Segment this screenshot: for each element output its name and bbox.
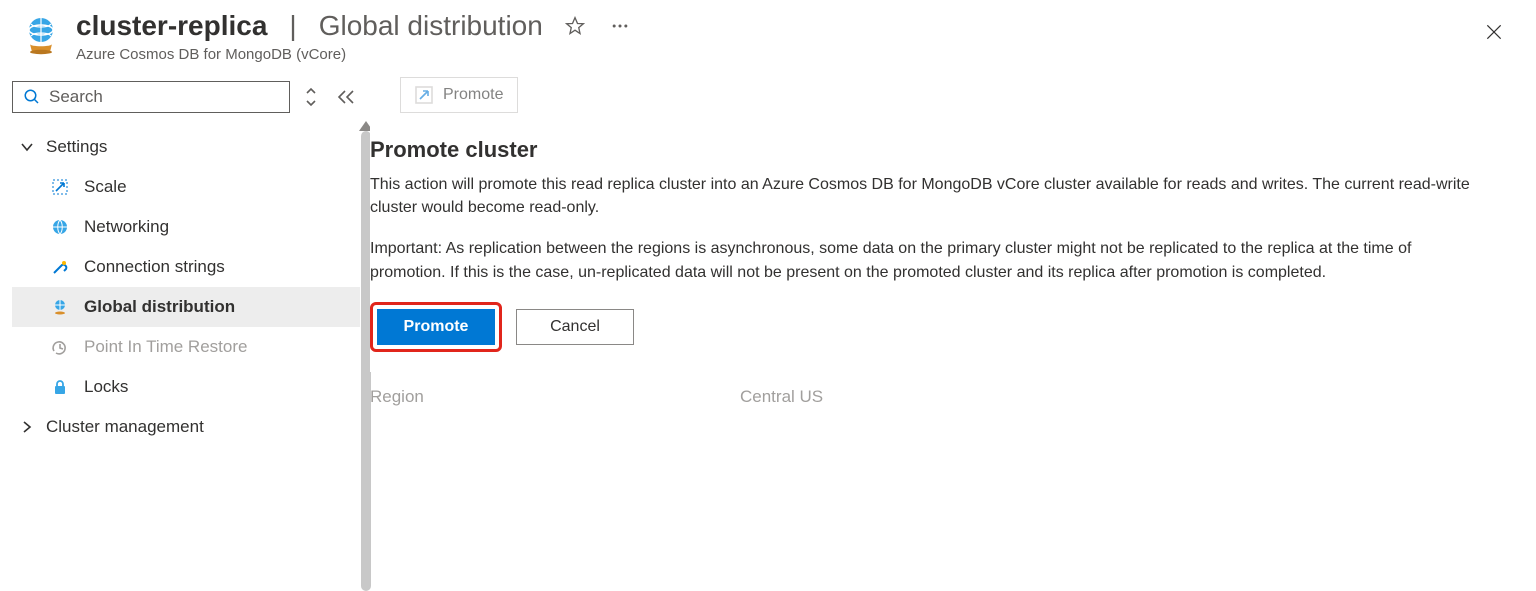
dialog-body-1: This action will promote this read repli… [370,173,1470,219]
resource-name: cluster-replica [76,10,267,42]
promote-toolbar-button[interactable]: Promote [400,77,518,113]
scale-icon [50,177,70,197]
tutorial-highlight: Promote [370,302,502,352]
sidebar-item-label: Point In Time Restore [84,337,247,357]
close-blade-button[interactable] [1480,18,1508,46]
cancel-button[interactable]: Cancel [516,309,634,345]
promote-toolbar-label: Promote [443,86,503,104]
chevron-down-icon [20,140,34,154]
title-separator: | [289,10,296,42]
toolbar: Promote [400,73,1536,113]
resource-type-subtitle: Azure Cosmos DB for MongoDB (vCore) [76,46,1516,63]
sidebar-section-settings[interactable]: Settings [12,127,360,167]
chevron-right-icon [20,420,34,434]
sidebar-section-label: Cluster management [46,417,204,437]
sidebar-item-connection-strings[interactable]: Connection strings [12,247,360,287]
sidebar-item-locks[interactable]: Locks [12,367,360,407]
page-header: cluster-replica | Global distribution Az… [0,0,1536,73]
global-distribution-icon [50,297,70,317]
sidebar-item-label: Locks [84,377,128,397]
detail-label-region: Region [370,387,740,407]
search-input[interactable] [49,87,279,107]
page-title: Global distribution [319,10,543,42]
collapse-sidebar-icon[interactable] [332,85,360,109]
main-content: Promote Read replica cluster-replica Reg… [370,73,1536,525]
detail-value-region: Central US [740,387,846,407]
sidebar-item-scale[interactable]: Scale [12,167,360,207]
dialog-title: Promote cluster [370,137,1516,163]
more-actions-icon[interactable] [605,12,635,40]
sidebar-item-networking[interactable]: Networking [12,207,360,247]
favorite-star-icon[interactable] [561,12,589,40]
sidebar-item-pitr: Point In Time Restore [12,327,360,367]
promote-cluster-dialog: Promote cluster This action will promote… [370,117,1516,372]
sidebar-item-label: Global distribution [84,297,235,317]
sidebar-section-cluster-management[interactable]: Cluster management [12,407,360,447]
sidebar-item-global-distribution[interactable]: Global distribution [12,287,360,327]
dialog-body-2: Important: As replication between the re… [370,237,1470,283]
sidebar-section-label: Settings [46,137,107,157]
pitr-icon [50,337,70,357]
sidebar: Settings Scale Networking Connection str… [0,73,370,525]
search-icon [23,88,41,106]
connection-strings-icon [50,257,70,277]
sidebar-item-label: Connection strings [84,257,225,277]
lock-icon [50,377,70,397]
expand-collapse-section-icon[interactable] [300,83,322,111]
sidebar-item-label: Scale [84,177,127,197]
arrow-up-right-icon [415,86,433,104]
networking-icon [50,217,70,237]
promote-confirm-button[interactable]: Promote [377,309,495,345]
globe-resource-icon [20,14,62,56]
sidebar-search[interactable] [12,81,290,113]
sidebar-item-label: Networking [84,217,169,237]
